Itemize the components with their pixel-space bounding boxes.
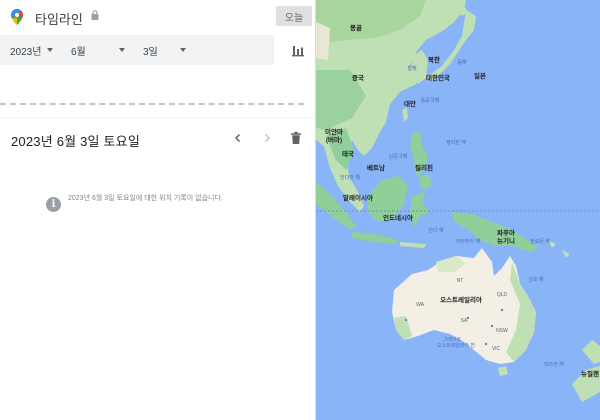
map-view[interactable]: 몽골 중국 북한 대한민국 일본 대만 미얀마 (버마) 태국 베트남 필리핀 … [316,0,600,420]
year-select-value: 2023년 [10,46,42,58]
map-label-myanmar-alt: (버마) [326,135,342,144]
no-history-message: 2023년 6월 3일 토요일에 대한 위치 기록이 없습니다. [68,195,223,202]
chevron-left-icon [234,133,241,143]
map-label-wa: WA [416,302,425,308]
maps-pin-icon [11,9,23,25]
map-label-new-zealand: 뉴질랜 [581,369,599,378]
plateau [316,22,330,60]
empty-timeline-track [0,103,304,105]
map-label-east-china-sea: 동중국해 [421,97,440,104]
panel-header: 타임라인 오늘 [0,0,316,34]
map-label-philippines: 필리핀 [415,163,433,172]
timeline-panel: 타임라인 오늘 2023년 6월 3일 2023년 6월 3일 토요일 i 20… [0,0,316,420]
map-label-east-sea: 동해 [457,59,467,66]
map-label-qld: QLD [497,292,508,298]
month-select[interactable]: 6월 [71,35,125,65]
map-canvas: 몽골 중국 북한 대한민국 일본 대만 미얀마 (버마) 태국 베트남 필리핀 … [316,0,600,420]
date-filter-bar: 2023년 6월 3일 [0,35,274,65]
map-label-nt: NT [457,278,464,284]
chevron-down-icon [118,48,125,52]
map-label-north-korea: 북한 [428,55,440,64]
map-label-andaman-sea: 안다만 해 [340,174,360,181]
map-label-south-china-sea: 남중국해 [389,153,408,160]
day-select-value: 3일 [143,46,158,58]
map-label-arafura-sea: 아라푸라 해 [456,238,481,245]
map-label-south-korea: 대한민국 [426,73,450,82]
map-label-coral-sea: 산호 해 [528,276,544,283]
map-label-vic: VIC [492,346,501,352]
selected-date-title: 2023년 6월 3일 토요일 [11,134,140,149]
divider [0,117,316,118]
lock-icon [91,10,99,20]
map-label-tasman-sea: 태즈먼 해 [544,361,564,368]
map-label-banda-sea: 반다 해 [428,227,444,234]
map-label-indonesia: 인도네시아 [383,213,413,222]
map-label-great-bight: 그레이트 [443,336,462,343]
chevron-down-icon [179,48,186,52]
map-label-taiwan: 대만 [404,99,416,108]
map-label-nsw: NSW [496,328,508,334]
map-label-new-guinea: 뉴기니 [497,236,515,245]
map-label-sa: SA [461,318,468,324]
info-icon: i [46,197,61,212]
map-label-papua: 파푸아 [497,228,515,237]
map-label-china: 중국 [352,74,364,82]
delete-day-button[interactable] [286,128,306,148]
map-label-philippine-sea: 필리핀 해 [446,139,466,146]
day-select[interactable]: 3일 [143,35,186,65]
map-label-japan: 일본 [474,71,486,80]
map-label-solomon-sea: 솔로몬 해 [530,238,550,245]
map-label-australia: 오스트레일리아 [440,295,482,304]
month-select-value: 6월 [71,46,86,58]
chevron-right-icon [264,133,271,143]
today-button[interactable]: 오늘 [276,6,312,26]
year-select[interactable]: 2023년 [10,35,54,65]
chevron-down-icon [47,48,54,52]
map-label-great-bight-2: 오스트레일리아 만 [437,342,476,349]
map-label-yellow-sea: 황해 [407,65,417,72]
page-title: 타임라인 [35,12,83,27]
map-label-vietnam: 베트남 [367,163,385,172]
trash-icon [291,132,301,144]
bar-chart-icon [291,46,304,57]
insights-button[interactable] [279,35,316,65]
map-label-mongolia: 몽골 [350,23,362,32]
next-day-button[interactable] [257,128,277,148]
previous-day-button[interactable] [228,128,248,148]
map-label-thailand: 태국 [342,149,354,158]
map-label-myanmar: 미얀마 [325,127,343,136]
map-label-malaysia: 말레이시아 [343,193,373,202]
